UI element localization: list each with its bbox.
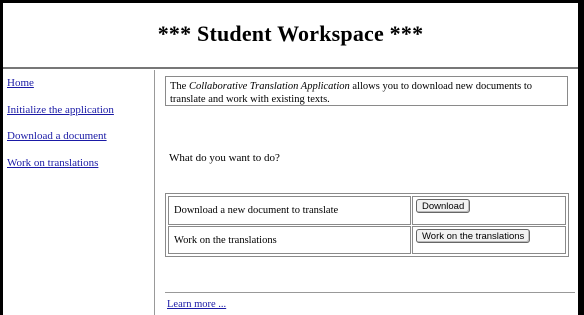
action-row-translations-label: Work on the translations bbox=[168, 226, 411, 254]
sidebar-item-download-document[interactable]: Download a document bbox=[7, 130, 107, 142]
action-label: Work on the translations bbox=[174, 234, 277, 246]
sidebar: Home Initialize the application Download… bbox=[3, 70, 155, 315]
question-text: What do you want to do? bbox=[169, 152, 280, 164]
right-border bbox=[578, 0, 584, 315]
action-row-download-button-cell: Download bbox=[412, 196, 566, 225]
main-content: The Collaborative Translation Applicatio… bbox=[158, 70, 578, 315]
action-row-translations-button-cell: Work on the translations bbox=[412, 226, 566, 254]
sidebar-item-work-on-translations[interactable]: Work on translations bbox=[7, 157, 98, 169]
app-name: Collaborative Translation Application bbox=[188, 81, 350, 92]
download-button[interactable]: Download bbox=[416, 199, 471, 213]
intro-prefix: The bbox=[170, 81, 189, 92]
action-row-download-label: Download a new document to translate bbox=[168, 196, 411, 225]
divider bbox=[165, 292, 575, 293]
action-label: Download a new document to translate bbox=[174, 205, 339, 216]
page-title: *** Student Workspace *** bbox=[157, 21, 424, 46]
intro-text: The Collaborative Translation Applicatio… bbox=[165, 76, 568, 106]
sidebar-item-initialize[interactable]: Initialize the application bbox=[7, 104, 114, 116]
page-header: *** Student Workspace *** bbox=[3, 3, 578, 69]
sidebar-item-home[interactable]: Home bbox=[7, 77, 34, 89]
work-on-translations-button[interactable]: Work on the translations bbox=[416, 229, 531, 243]
actions-table: Download a new document to translate Dow… bbox=[165, 193, 569, 257]
learn-more-link[interactable]: Learn more ... bbox=[167, 299, 226, 310]
